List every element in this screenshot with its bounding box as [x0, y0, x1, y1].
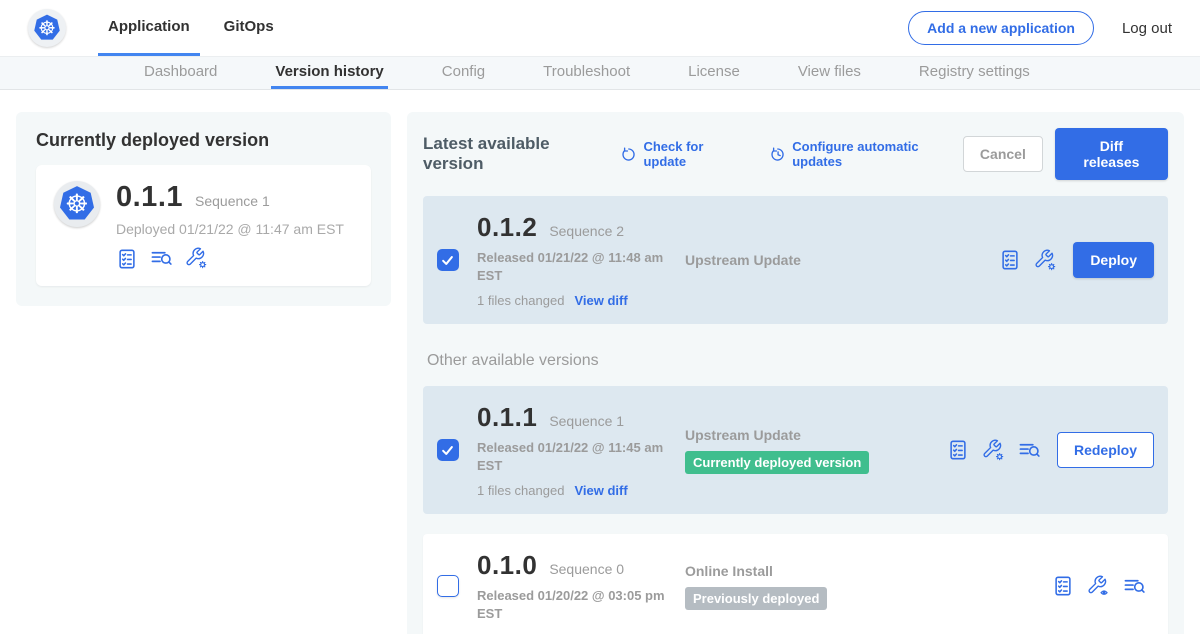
version-number: 0.1.0	[477, 550, 537, 581]
redeploy-button[interactable]: Redeploy	[1057, 432, 1154, 468]
top-nav: ☸ Application GitOps Add a new applicati…	[0, 0, 1200, 56]
logout-button[interactable]: Log out	[1122, 20, 1172, 37]
version-checkbox[interactable]	[437, 249, 459, 271]
tab-registry-settings[interactable]: Registry settings	[915, 57, 1034, 89]
check-icon	[440, 253, 455, 268]
version-row-0-1-0: 0.1.0 Sequence 0 Released 01/20/22 @ 03:…	[423, 534, 1168, 634]
top-nav-spacer	[298, 0, 908, 56]
version-checkbox[interactable]	[437, 575, 459, 597]
edit-config-icon[interactable]	[982, 439, 1005, 462]
tab-gitops[interactable]: GitOps	[214, 0, 284, 56]
version-row-0-1-1: 0.1.1 Sequence 1 Released 01/21/22 @ 11:…	[423, 386, 1168, 514]
preflight-checks-icon[interactable]	[1052, 575, 1074, 597]
tab-license[interactable]: License	[684, 57, 744, 89]
kubernetes-helm-icon: ☸	[57, 184, 97, 224]
check-icon	[440, 443, 455, 458]
previously-deployed-badge: Previously deployed	[685, 587, 827, 610]
released-timestamp: Released 01/21/22 @ 11:45 am EST	[477, 439, 669, 474]
deploy-button[interactable]: Deploy	[1073, 242, 1154, 278]
cancel-button[interactable]: Cancel	[963, 136, 1043, 172]
refresh-icon	[621, 146, 637, 163]
released-timestamp: Released 01/20/22 @ 03:05 pm EST	[477, 587, 669, 622]
version-source: Online Install Previously deployed	[685, 563, 947, 610]
currently-deployed-badge: Currently deployed version	[685, 451, 869, 474]
svg-text:☸: ☸	[65, 189, 89, 219]
files-changed: 1 files changed	[477, 483, 564, 498]
add-application-button[interactable]: Add a new application	[908, 11, 1094, 45]
source-label: Upstream Update	[685, 252, 947, 268]
tab-application[interactable]: Application	[98, 0, 200, 56]
kubernetes-logo: ☸	[28, 9, 66, 47]
preflight-checks-icon[interactable]	[999, 249, 1021, 271]
preflight-checks-icon[interactable]	[947, 439, 969, 461]
version-number: 0.1.2	[477, 212, 537, 243]
configure-updates-link[interactable]: Configure automatic updates	[770, 139, 963, 169]
check-for-update-label: Check for update	[643, 139, 744, 169]
version-info: 0.1.1 Sequence 1 Released 01/21/22 @ 11:…	[477, 402, 685, 498]
tab-view-files[interactable]: View files	[794, 57, 865, 89]
tab-version-history[interactable]: Version history	[271, 57, 387, 89]
tab-config[interactable]: Config	[438, 57, 489, 89]
app-icon: ☸	[54, 181, 100, 227]
app-subnav: Dashboard Version history Config Trouble…	[0, 56, 1200, 90]
current-version-title: Currently deployed version	[36, 130, 371, 151]
current-version-panel: Currently deployed version ☸ 0.1.1 Seque…	[16, 112, 391, 306]
released-timestamp: Released 01/21/22 @ 11:48 am EST	[477, 249, 669, 284]
top-tabs: Application GitOps	[98, 0, 298, 56]
files-changed: 1 files changed	[477, 293, 564, 308]
version-sequence: Sequence 1	[549, 413, 624, 429]
kubernetes-helm-icon: ☸	[32, 13, 62, 43]
current-version-card: ☸ 0.1.1 Sequence 1 Deployed 01/21/22 @ 1…	[36, 165, 371, 286]
current-version-number: 0.1.1	[116, 181, 183, 214]
edit-config-icon[interactable]	[1034, 249, 1057, 272]
edit-config-icon[interactable]	[185, 247, 208, 270]
diff-releases-button[interactable]: Diff releases	[1055, 128, 1168, 180]
tab-troubleshoot[interactable]: Troubleshoot	[539, 57, 634, 89]
version-info: 0.1.2 Sequence 2 Released 01/21/22 @ 11:…	[477, 212, 685, 308]
deploy-logs-icon[interactable]	[1018, 439, 1041, 462]
configure-updates-label: Configure automatic updates	[792, 139, 963, 169]
current-version-sequence: Sequence 1	[195, 193, 270, 209]
schedule-update-icon	[770, 146, 786, 163]
version-row-0-1-2: 0.1.2 Sequence 2 Released 01/21/22 @ 11:…	[423, 196, 1168, 324]
deploy-logs-icon[interactable]	[150, 247, 173, 270]
version-source: Upstream Update Currently deployed versi…	[685, 427, 947, 474]
preflight-checks-icon[interactable]	[116, 248, 138, 270]
other-versions-title: Other available versions	[427, 352, 1168, 370]
row-actions	[1052, 575, 1146, 598]
deployed-timestamp: Deployed 01/21/22 @ 11:47 am EST	[116, 221, 344, 237]
version-number: 0.1.1	[477, 402, 537, 433]
view-diff-link[interactable]: View diff	[574, 293, 627, 308]
version-history-panel: Latest available version Check for updat…	[407, 112, 1184, 634]
source-label: Upstream Update	[685, 427, 947, 443]
version-source: Upstream Update	[685, 252, 947, 268]
deploy-logs-icon[interactable]	[1123, 575, 1146, 598]
view-config-icon[interactable]	[1087, 575, 1110, 598]
main-content: Currently deployed version ☸ 0.1.1 Seque…	[0, 90, 1200, 634]
latest-version-header: Latest available version Check for updat…	[423, 128, 1168, 180]
svg-text:☸: ☸	[38, 18, 56, 40]
current-version-info: 0.1.1 Sequence 1 Deployed 01/21/22 @ 11:…	[116, 181, 344, 270]
row-actions	[947, 439, 1041, 462]
view-diff-link[interactable]: View diff	[574, 483, 627, 498]
tab-dashboard[interactable]: Dashboard	[140, 57, 221, 89]
version-checkbox[interactable]	[437, 439, 459, 461]
row-actions	[999, 249, 1057, 272]
version-info: 0.1.0 Sequence 0 Released 01/20/22 @ 03:…	[477, 550, 685, 622]
source-label: Online Install	[685, 563, 947, 579]
latest-version-title: Latest available version	[423, 134, 605, 174]
version-sequence: Sequence 2	[549, 223, 624, 239]
version-sequence: Sequence 0	[549, 561, 624, 577]
check-for-update-link[interactable]: Check for update	[621, 139, 744, 169]
